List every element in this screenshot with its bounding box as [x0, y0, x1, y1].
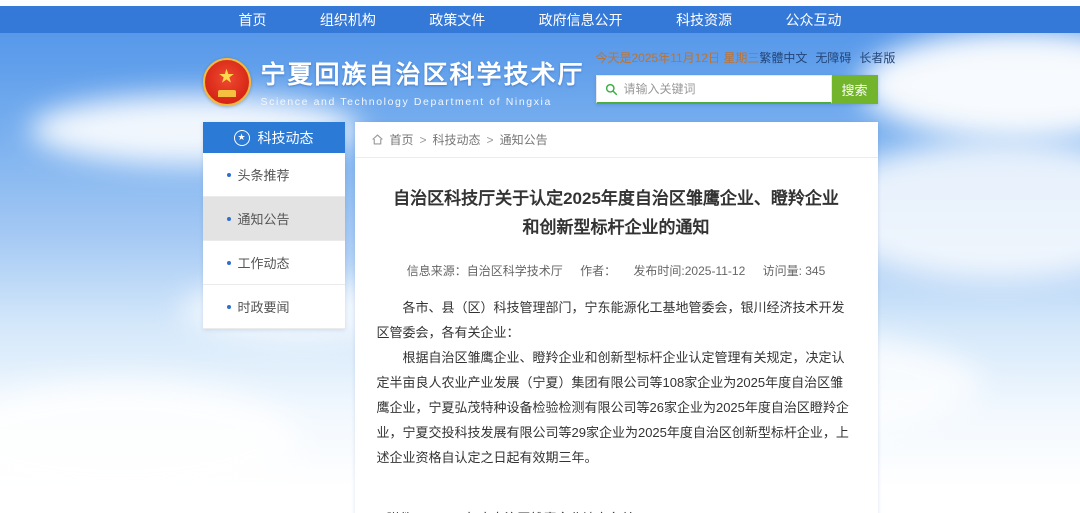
nav-item-public-interaction[interactable]: 公众互动 — [785, 10, 841, 30]
nav-item-tech-resources[interactable]: 科技资源 — [676, 10, 732, 30]
nav-item-gov-info-disclosure[interactable]: 政府信息公开 — [539, 10, 623, 30]
attachment-link-1[interactable]: 1.2025年度自治区雏鹰企业认定名单 — [426, 506, 674, 513]
nav-item-organization[interactable]: 组织机构 — [320, 10, 376, 30]
article-meta: 信息来源：自治区科学技术厅 作者： 发布时间:2025-11-12 访问量: 3… — [377, 262, 856, 279]
breadcrumb-notices[interactable]: 通知公告 — [500, 131, 548, 148]
meta-source: 信息来源：自治区科学技术厅 — [407, 264, 563, 278]
breadcrumb-separator: > — [420, 133, 427, 147]
search-icon — [605, 83, 618, 96]
article-title-line1: 自治区科技厅关于认定2025年度自治区雏鹰企业、瞪羚企业 — [377, 184, 856, 213]
article-paragraph: 根据自治区雏鹰企业、瞪羚企业和创新型标杆企业认定管理有关规定，决定认定半亩良人农… — [377, 345, 856, 470]
main-navbar: 首页 组织机构 政策文件 政府信息公开 科技资源 公众互动 — [0, 6, 1080, 33]
bullet-dot-icon — [227, 173, 231, 177]
attachments-label: 附件： — [387, 506, 426, 513]
article-paragraph: 各市、县（区）科技管理部门，宁东能源化工基地管委会，银川经济技术开发区管委会，各… — [377, 295, 856, 345]
page: 首页 组织机构 政策文件 政府信息公开 科技资源 公众互动 ★ 宁夏回族自治区科… — [0, 0, 1080, 513]
site-brand: ★ 宁夏回族自治区科学技术厅 Science and Technology De… — [203, 47, 585, 108]
article: 自治区科技厅关于认定2025年度自治区雏鹰企业、瞪羚企业 和创新型标杆企业的通知… — [355, 184, 878, 513]
sidebar-item-label: 头条推荐 — [238, 165, 290, 184]
cloud — [860, 30, 1080, 140]
article-title-line2: 和创新型标杆企业的通知 — [377, 213, 856, 242]
sidebar-item-label: 通知公告 — [238, 209, 290, 228]
site-header: ★ 宁夏回族自治区科学技术厅 Science and Technology De… — [203, 47, 878, 108]
content-area: ★ 科技动态 头条推荐 通知公告 工作动态 时政要闻 — [203, 122, 878, 513]
attachments-block: 附件： 1.2025年度自治区雏鹰企业认定名单 2.2025年度自治区瞪羚企业认… — [387, 506, 856, 513]
meta-author: 作者： — [580, 264, 616, 278]
sidebar-item-current-politics[interactable]: 时政要闻 — [203, 285, 345, 329]
sidebar-title-label: 科技动态 — [258, 128, 314, 148]
bullet-dot-icon — [227, 217, 231, 221]
today-date-text: 今天是2025年11月12日 星期三 — [596, 49, 760, 66]
sidebar-item-work-news[interactable]: 工作动态 — [203, 241, 345, 285]
link-elder-version[interactable]: 长者版 — [859, 49, 895, 66]
site-title: 宁夏回族自治区科学技术厅 — [261, 55, 585, 91]
home-icon — [371, 133, 384, 146]
search-button[interactable]: 搜索 — [832, 75, 878, 104]
sidebar-item-label: 时政要闻 — [238, 297, 290, 316]
link-traditional-chinese[interactable]: 繁體中文 — [759, 49, 807, 66]
bullet-dot-icon — [227, 305, 231, 309]
sidebar-item-headline-recommend[interactable]: 头条推荐 — [203, 153, 345, 197]
national-emblem-logo: ★ — [203, 58, 251, 106]
search-bar: 搜索 — [596, 75, 878, 104]
emblem-star-icon: ★ — [218, 68, 235, 87]
sidebar: ★ 科技动态 头条推荐 通知公告 工作动态 时政要闻 — [203, 122, 345, 329]
circled-star-icon: ★ — [234, 130, 250, 146]
bullet-dot-icon — [227, 261, 231, 265]
emblem-gate-icon — [218, 90, 236, 97]
main-panel: 首页 > 科技动态 > 通知公告 自治区科技厅关于认定2025年度自治区雏鹰企业… — [355, 122, 878, 513]
meta-publish-date: 发布时间:2025-11-12 — [633, 264, 745, 278]
breadcrumb-separator: > — [487, 133, 494, 147]
article-body: 各市、县（区）科技管理部门，宁东能源化工基地管委会，银川经济技术开发区管委会，各… — [377, 295, 856, 470]
breadcrumb: 首页 > 科技动态 > 通知公告 — [355, 122, 878, 158]
header-utilities: 今天是2025年11月12日 星期三 繁體中文 无障碍 长者版 搜索 — [596, 47, 878, 108]
nav-item-policy-documents[interactable]: 政策文件 — [429, 10, 485, 30]
breadcrumb-home[interactable]: 首页 — [390, 131, 414, 148]
article-title: 自治区科技厅关于认定2025年度自治区雏鹰企业、瞪羚企业 和创新型标杆企业的通知 — [377, 184, 856, 242]
meta-visits: 访问量: 345 — [763, 264, 826, 278]
sidebar-item-label: 工作动态 — [238, 253, 290, 272]
sidebar-title[interactable]: ★ 科技动态 — [203, 122, 345, 153]
search-input[interactable] — [624, 82, 823, 96]
sidebar-item-notices[interactable]: 通知公告 — [203, 197, 345, 241]
nav-item-home[interactable]: 首页 — [239, 10, 267, 30]
site-subtitle: Science and Technology Department of Nin… — [261, 96, 585, 108]
link-accessibility[interactable]: 无障碍 — [815, 49, 851, 66]
breadcrumb-tech-news[interactable]: 科技动态 — [433, 131, 481, 148]
